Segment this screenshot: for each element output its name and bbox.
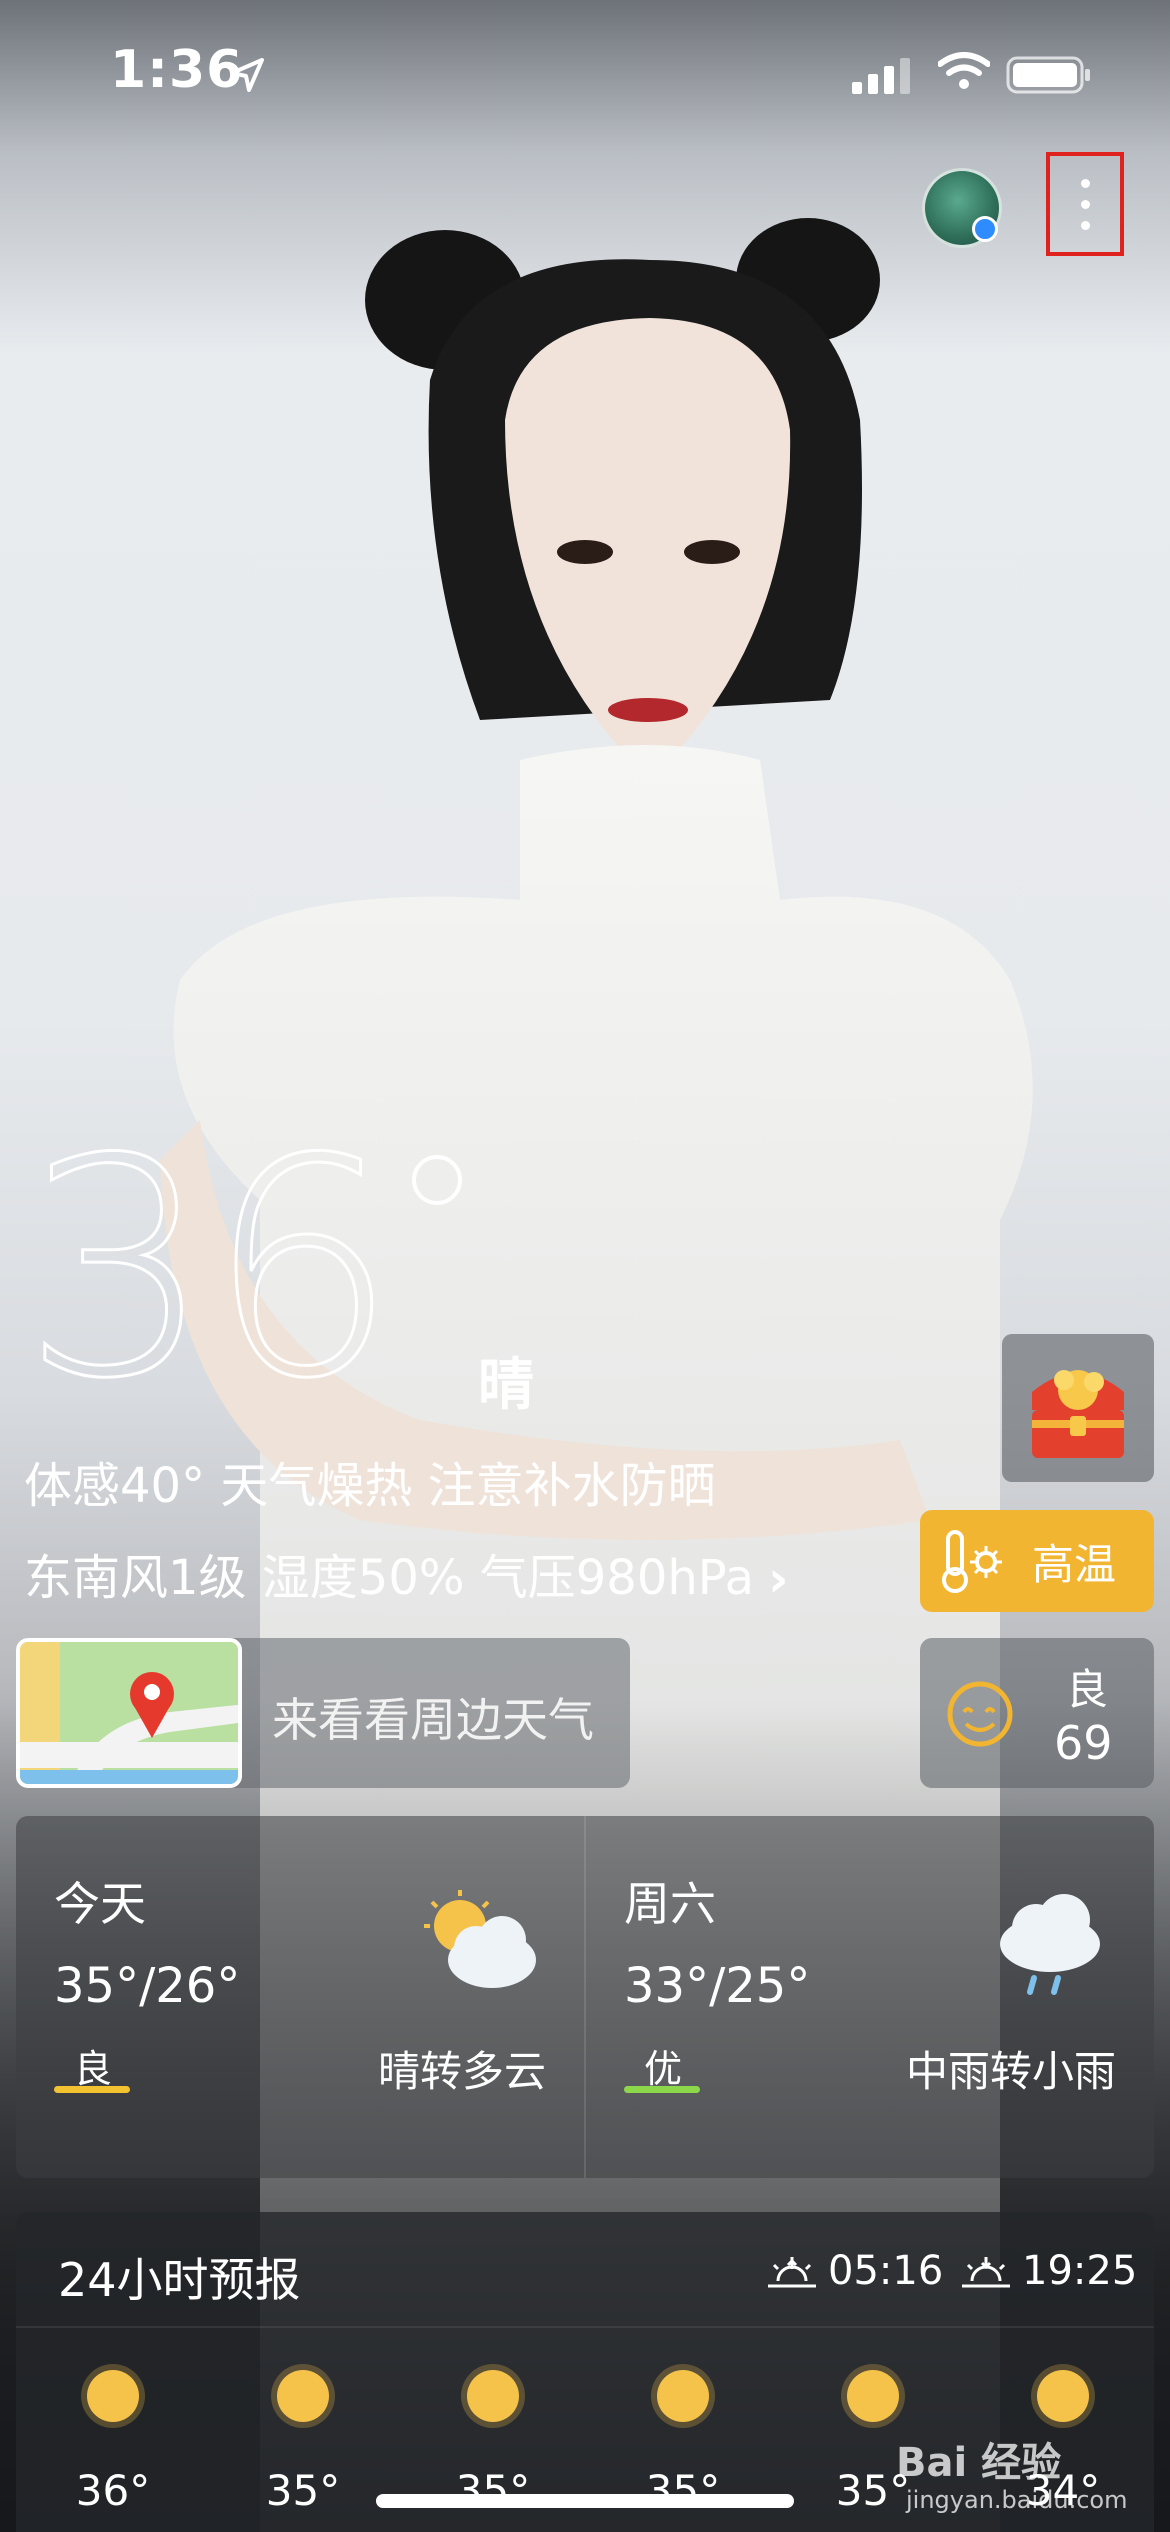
air-quality-face-icon bbox=[947, 1681, 1013, 1747]
sunny-icon bbox=[1037, 2370, 1089, 2422]
treasure-chest-button[interactable] bbox=[1002, 1334, 1154, 1482]
sunset: 19:25 bbox=[960, 2248, 1137, 2294]
air-quality-button[interactable]: 良 69 bbox=[920, 1638, 1154, 1788]
sunrise-icon bbox=[768, 2257, 816, 2288]
degree-symbol bbox=[412, 1155, 462, 1205]
sunset-icon bbox=[962, 2257, 1010, 2288]
sun-cloud-icon bbox=[424, 1890, 536, 1988]
forecast-condition: 中雨转小雨 bbox=[905, 2047, 1116, 2096]
forecast-day-label: 周六 bbox=[624, 1877, 716, 1931]
forecast-day-label: 今天 bbox=[54, 1877, 146, 1931]
more-menu-button[interactable] bbox=[1046, 152, 1124, 256]
status-time: 1:36 bbox=[110, 40, 244, 100]
sunrise-time: 05:16 bbox=[828, 2248, 944, 2294]
hour-temperature: 36° bbox=[75, 2466, 151, 2515]
sunrise: 05:16 bbox=[766, 2248, 943, 2294]
battery-icon bbox=[1006, 56, 1090, 94]
wifi-icon bbox=[938, 52, 990, 89]
hour-item[interactable]: 36° bbox=[48, 2370, 178, 2515]
cellular-signal-icon bbox=[852, 58, 910, 94]
nearby-weather-label: 来看看周边天气 bbox=[272, 1693, 594, 1747]
high-temperature-label: 高温 bbox=[1032, 1539, 1117, 1589]
nearby-weather-card[interactable]: 来看看周边天气 bbox=[16, 1638, 630, 1788]
air-quality-bar bbox=[624, 2086, 700, 2093]
forecast-saturday[interactable]: 周六 33°/25° 优 中雨转小雨 bbox=[586, 1816, 1154, 2178]
sunny-icon bbox=[847, 2370, 899, 2422]
watermark-url: jingyan.baidu.com bbox=[906, 2486, 1128, 2514]
sunny-icon bbox=[277, 2370, 329, 2422]
menu-dot bbox=[1080, 199, 1090, 209]
chevron-right-icon[interactable]: › bbox=[768, 1550, 789, 1608]
map-thumbnail bbox=[16, 1638, 242, 1788]
watermark-brand: Bai 经验 bbox=[896, 2440, 1062, 2486]
hour-item[interactable]: 35° bbox=[238, 2370, 368, 2515]
current-condition: 晴 bbox=[478, 1353, 534, 1418]
sunny-icon bbox=[87, 2370, 139, 2422]
forecast-temp-range: 33°/25° bbox=[624, 1958, 811, 2014]
rain-cloud-icon bbox=[1000, 1894, 1100, 1995]
forecast-condition: 晴转多云 bbox=[377, 2047, 546, 2096]
sunset-time: 19:25 bbox=[1022, 2248, 1138, 2294]
current-temperature: 36 bbox=[21, 1095, 400, 1444]
treasure-chest-icon bbox=[1032, 1370, 1124, 1458]
status-bar: 1:36 bbox=[0, 0, 1170, 150]
air-quality-value: 69 bbox=[1054, 1716, 1113, 1770]
forecast-temp-range: 35°/26° bbox=[54, 1958, 241, 2014]
avatar-video-badge bbox=[972, 216, 998, 242]
hourly-separator bbox=[16, 2326, 1154, 2328]
hour-temperature: 35° bbox=[265, 2466, 341, 2515]
sunny-icon bbox=[657, 2370, 709, 2422]
wind-humidity-pressure-text[interactable]: 东南风1级 湿度50% 气压980hPa bbox=[24, 1538, 754, 1608]
forecast-today[interactable]: 今天 35°/26° 良 晴转多云 bbox=[16, 1816, 584, 2178]
forecast-air-quality: 良 bbox=[74, 2047, 113, 2091]
forecast-air-quality: 优 bbox=[644, 2047, 683, 2091]
home-indicator[interactable] bbox=[376, 2494, 794, 2508]
air-quality-bar bbox=[54, 2086, 130, 2093]
air-quality-level: 良 bbox=[1066, 1665, 1109, 1714]
menu-dot bbox=[1080, 178, 1090, 188]
high-temperature-alert-button[interactable]: 高温 bbox=[920, 1510, 1154, 1612]
feels-like-text: 体感40° 天气燥热 注意补水防晒 bbox=[24, 1458, 716, 1514]
hourly-forecast-title: 24小时预报 bbox=[58, 2253, 301, 2307]
thermometer-sun-icon bbox=[942, 1530, 1002, 1593]
location-arrow-icon bbox=[230, 58, 264, 92]
daily-forecast-panel: 今天 35°/26° 良 晴转多云 周六 33°/25° 优 中雨转小雨 bbox=[16, 1816, 1154, 2178]
menu-dot bbox=[1080, 220, 1090, 230]
sunny-icon bbox=[467, 2370, 519, 2422]
